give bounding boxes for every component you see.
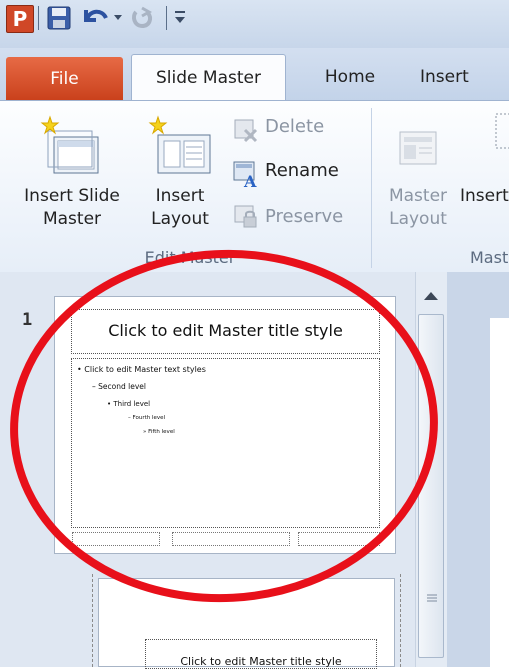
insert-slide-master-icon [40, 115, 99, 174]
text-level-5: » Fifth level [143, 429, 175, 435]
slide-number-placeholder [298, 532, 380, 546]
group-label-master-layout: Master Layout [470, 248, 509, 267]
svg-text:A: A [243, 172, 257, 188]
redo-icon [132, 6, 153, 29]
save-icon[interactable] [47, 6, 71, 30]
insert-layout-icon [148, 115, 211, 174]
slide-canvas[interactable] [490, 318, 509, 667]
preserve-icon [234, 205, 257, 228]
customize-toolbar-icon[interactable] [174, 10, 186, 24]
scrollbar-thumb[interactable] [418, 314, 444, 658]
text-level-1: • Click to edit Master text styles [77, 365, 206, 374]
toolbar-separator [38, 6, 39, 30]
tab-slide-master[interactable]: Slide Master [131, 54, 286, 102]
text-level-2: – Second level [92, 382, 146, 391]
tab-home[interactable]: Home [300, 54, 400, 101]
delete-slide-icon [234, 119, 258, 143]
layout-title-placeholder: Click to edit Master title style [145, 639, 377, 669]
delete-label: Delete [265, 116, 325, 137]
date-placeholder [72, 532, 160, 546]
tab-insert[interactable]: Insert [420, 54, 509, 101]
scroll-up-icon[interactable] [418, 286, 444, 306]
toolbar-separator [166, 6, 167, 30]
insert-slide-master-label: Insert Slide Master [24, 186, 120, 229]
text-level-3: • Third level [107, 400, 151, 408]
text-level-4: – Fourth level [128, 415, 166, 421]
undo-icon[interactable] [80, 4, 110, 30]
ribbon-group-separator [371, 108, 372, 268]
undo-dropdown-icon[interactable] [114, 15, 122, 20]
group-label-edit-master: Edit Master [144, 248, 236, 267]
slide-number: 1 [22, 310, 33, 330]
master-layout-label: Master Layout [388, 186, 448, 229]
insert-layout-label: Insert Layout [151, 186, 209, 229]
powerpoint-app-icon[interactable]: P [6, 5, 34, 33]
tab-file[interactable]: File [6, 57, 123, 101]
rename-icon: A [233, 161, 257, 188]
insert-placeholder-icon [495, 113, 509, 149]
preserve-label: Preserve [265, 206, 344, 227]
title-bar [0, 0, 509, 48]
insert-placeholder-label: Insert Placeholder [460, 186, 509, 206]
master-title-placeholder: Click to edit Master title style [71, 309, 380, 354]
rename-label: Rename [265, 160, 339, 181]
scroll-grip-icon [427, 594, 437, 602]
footer-placeholder [172, 532, 290, 546]
master-layout-icon [399, 131, 437, 165]
